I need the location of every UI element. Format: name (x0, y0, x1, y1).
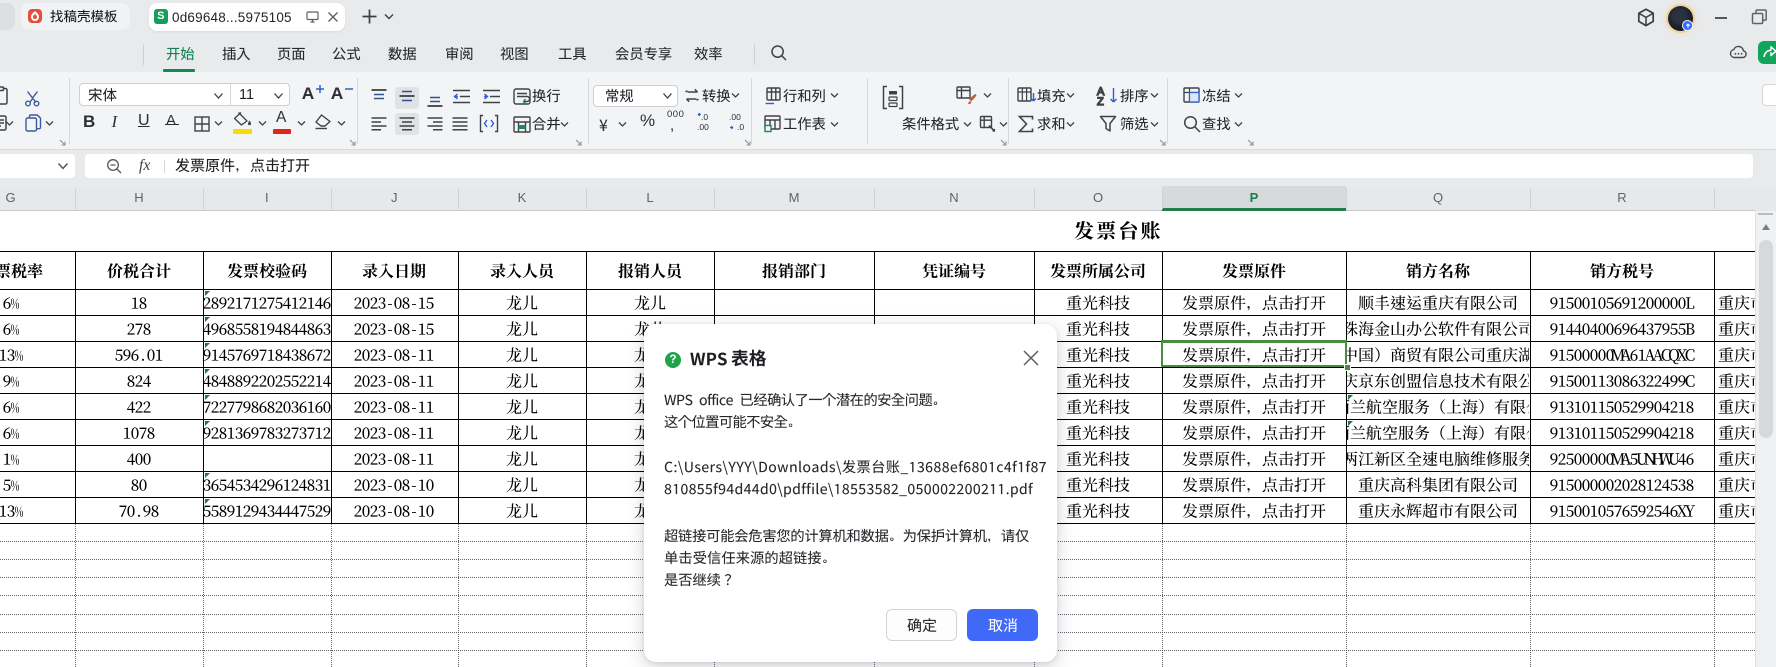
svg-text:Z: Z (1097, 96, 1104, 108)
svg-text:.00: .00 (729, 112, 741, 122)
svg-text:.0: .0 (701, 112, 708, 122)
svg-text:.0: .0 (737, 122, 744, 132)
svg-text:.00: .00 (697, 122, 709, 132)
